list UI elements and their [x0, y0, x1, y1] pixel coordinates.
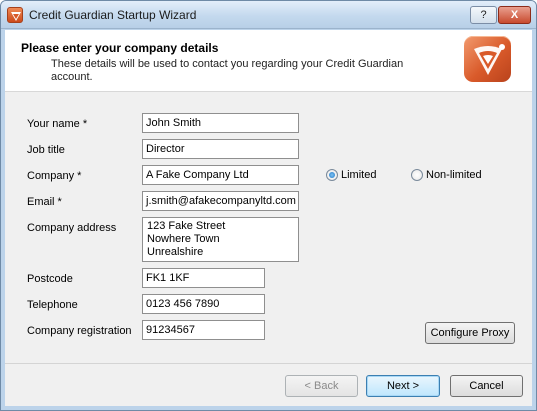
email-field[interactable]: j.smith@afakecompanyltd.com — [142, 191, 299, 211]
radio-limited[interactable]: Limited — [326, 169, 376, 181]
app-logo-icon — [7, 7, 23, 23]
radio-non-limited-indicator — [411, 169, 423, 181]
radio-limited-label: Limited — [341, 169, 377, 181]
page-subtitle: These details will be used to contact yo… — [51, 58, 404, 83]
radio-non-limited[interactable]: Non-limited — [411, 169, 482, 181]
page-title: Please enter your company details — [21, 41, 219, 55]
close-button[interactable]: X — [498, 6, 531, 24]
wizard-body: Please enter your company details These … — [5, 30, 532, 406]
postcode-field[interactable]: FK1 1KF — [142, 268, 265, 288]
address-line-3: Unrealshire — [147, 246, 204, 258]
back-button[interactable]: < Back — [285, 375, 358, 397]
job-title-label: Job title — [27, 144, 65, 156]
cancel-button[interactable]: Cancel — [450, 375, 523, 397]
registration-field[interactable]: 91234567 — [142, 320, 265, 340]
company-field[interactable]: A Fake Company Ltd — [142, 165, 299, 185]
registration-label: Company registration — [27, 325, 132, 337]
radio-limited-indicator — [326, 169, 338, 181]
address-line-1: 123 Fake Street — [147, 220, 226, 232]
title-bar[interactable]: Credit Guardian Startup Wizard ? X — [1, 1, 536, 29]
job-title-field[interactable]: Director — [142, 139, 299, 159]
configure-proxy-button[interactable]: Configure Proxy — [425, 322, 515, 344]
help-button[interactable]: ? — [470, 6, 497, 24]
email-label: Email * — [27, 196, 62, 208]
address-label: Company address — [27, 222, 117, 234]
telephone-field[interactable]: 0123 456 7890 — [142, 294, 265, 314]
address-line-2: Nowhere Town — [147, 233, 220, 245]
credit-guardian-logo-icon — [464, 36, 511, 82]
company-label: Company * — [27, 170, 82, 182]
wizard-window: Credit Guardian Startup Wizard ? X Pleas… — [0, 0, 537, 411]
radio-non-limited-label: Non-limited — [426, 169, 482, 181]
postcode-label: Postcode — [27, 273, 73, 285]
name-field[interactable]: John Smith — [142, 113, 299, 133]
header-panel: Please enter your company details These … — [5, 30, 532, 92]
address-field[interactable]: 123 Fake Street Nowhere Town Unrealshire — [142, 217, 299, 262]
next-button[interactable]: Next > — [366, 375, 440, 397]
footer-divider — [5, 363, 532, 364]
telephone-label: Telephone — [27, 299, 78, 311]
window-title: Credit Guardian Startup Wizard — [29, 8, 197, 22]
name-label: Your name * — [27, 118, 88, 130]
